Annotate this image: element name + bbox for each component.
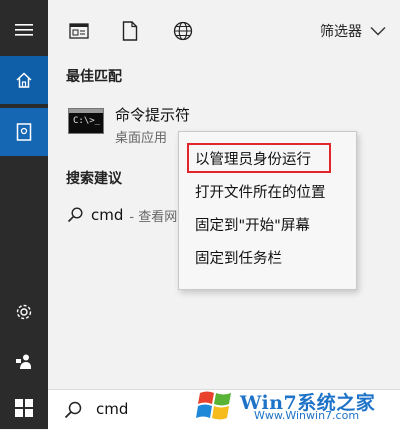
suggestion-query: cmd xyxy=(91,206,124,224)
notebook-button[interactable] xyxy=(0,108,48,156)
filter-dropdown[interactable]: 筛选器 xyxy=(320,18,386,44)
menu-item-pin-to-start[interactable]: 固定到"开始"屏幕 xyxy=(179,209,356,239)
search-input-text: cmd xyxy=(96,400,129,418)
menu-button[interactable] xyxy=(0,6,48,54)
search-icon xyxy=(64,401,82,419)
command-prompt-icon: C:\>_ xyxy=(68,108,104,134)
result-type: 桌面应用 xyxy=(115,131,168,146)
menu-item-open-file-location[interactable]: 打开文件所在的位置 xyxy=(179,176,356,206)
feedback-button[interactable] xyxy=(0,338,48,386)
suggestion-hint: - 查看网 xyxy=(129,209,178,225)
home-icon xyxy=(16,72,32,88)
filter-label: 筛选器 xyxy=(320,24,362,40)
documents-filter-button[interactable] xyxy=(117,18,143,44)
windows-flag-logo-icon xyxy=(196,391,231,420)
menu-item-run-as-admin[interactable]: 以管理员身份运行 xyxy=(179,143,356,173)
watermark-url: Www.Winwin7.com xyxy=(254,409,360,422)
suggestion-item[interactable]: cmd - 查看网 xyxy=(64,200,194,230)
windows-start-icon xyxy=(15,398,33,417)
left-rail xyxy=(0,0,48,429)
menu-item-pin-to-taskbar[interactable]: 固定到任务栏 xyxy=(179,242,356,272)
document-window-icon xyxy=(69,23,89,39)
notebook-icon xyxy=(16,123,32,141)
hamburger-menu-icon xyxy=(15,24,33,36)
watermark: Win7系统之家 Www.Winwin7.com xyxy=(194,385,394,425)
search-icon xyxy=(67,207,83,223)
globe-icon xyxy=(173,21,193,41)
chevron-down-icon xyxy=(370,27,386,36)
apps-filter-button[interactable] xyxy=(66,18,92,44)
web-filter-button[interactable] xyxy=(170,18,196,44)
search-suggestions-heading: 搜索建议 xyxy=(66,171,122,187)
command-prompt-icon-text: C:\>_ xyxy=(73,116,101,126)
start-button[interactable] xyxy=(0,386,48,429)
context-menu: 以管理员身份运行 打开文件所在的位置 固定到"开始"屏幕 固定到任务栏 xyxy=(178,131,357,290)
settings-button[interactable] xyxy=(0,288,48,336)
result-name: 命令提示符 xyxy=(115,106,191,124)
file-icon xyxy=(122,21,138,41)
person-feedback-icon xyxy=(16,354,31,369)
search-filter-toolbar: 筛选器 xyxy=(48,0,400,58)
best-match-heading: 最佳匹配 xyxy=(66,69,122,85)
home-button[interactable] xyxy=(0,56,48,104)
gear-icon xyxy=(16,304,32,320)
